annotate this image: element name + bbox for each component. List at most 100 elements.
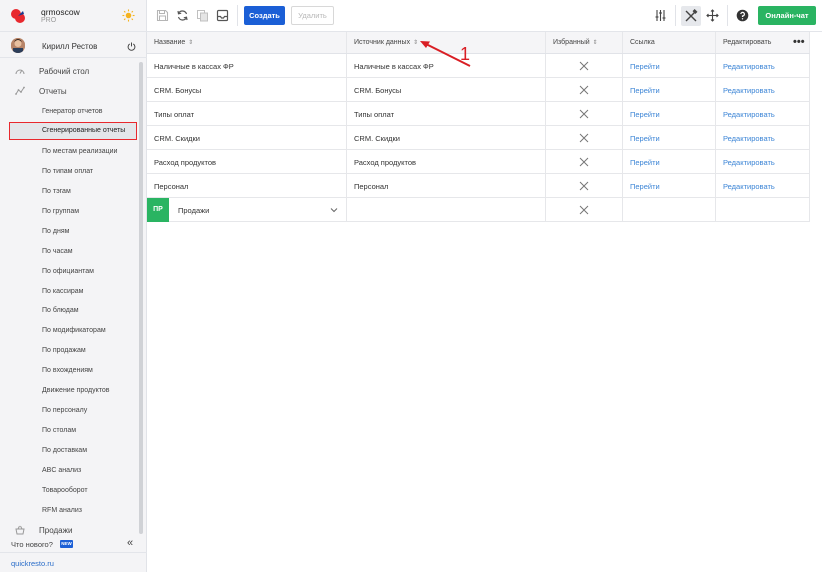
sub-item-by-tags[interactable]: По тэгам (0, 183, 140, 201)
cell-source: CRM. Бонусы (354, 86, 402, 95)
edit-link[interactable]: Редактировать (723, 110, 775, 119)
nav-label-reports: Отчеты (39, 87, 67, 96)
cell-source: Типы оплат (354, 110, 395, 119)
table-row[interactable]: Наличные в кассах ФР Наличные в кассах Ф… (147, 54, 810, 78)
sub-item-report-generator[interactable]: Генератор отчетов (0, 103, 140, 121)
column-header-name[interactable]: Название ⇕ (147, 32, 347, 53)
new-row[interactable]: ПР Продажи (147, 198, 810, 222)
move-arrows-icon[interactable] (706, 9, 719, 22)
refresh-icon[interactable] (176, 9, 189, 22)
cell-source-empty[interactable] (347, 198, 546, 221)
sub-item-generated-reports[interactable]: Сгенерированные отчеты (9, 122, 137, 140)
column-header-link: Ссылка (623, 32, 716, 53)
tools-button[interactable] (681, 6, 701, 26)
sub-item-label: По модификаторам (42, 327, 106, 334)
brand-logo-icon (11, 9, 25, 23)
theme-sun-icon[interactable] (122, 9, 135, 22)
logout-power-icon[interactable] (127, 42, 136, 51)
close-x-icon[interactable] (579, 133, 589, 143)
sub-item-by-locations[interactable]: По местам реализации (0, 143, 140, 161)
edit-link[interactable]: Редактировать (723, 158, 775, 167)
sort-icon[interactable]: ⇕ (188, 40, 193, 46)
go-link[interactable]: Перейти (630, 62, 660, 71)
sub-item-by-groups[interactable]: По группам (0, 203, 140, 221)
new-badge: NEW (60, 540, 73, 548)
filter-sliders-icon[interactable] (654, 9, 667, 22)
sub-item-by-cashiers[interactable]: По кассирам (0, 283, 140, 301)
cell-name: Типы оплат (154, 110, 195, 119)
sub-item-by-deliveries[interactable]: По доставкам (0, 442, 140, 460)
help-icon[interactable] (736, 9, 749, 22)
sub-item-by-days[interactable]: По дням (0, 223, 140, 241)
sub-item-rfm-analysis[interactable]: RFM анализ (0, 502, 140, 520)
nav-item-desktop[interactable]: Рабочий стол (0, 63, 140, 79)
edit-link[interactable]: Редактировать (723, 134, 775, 143)
edit-link[interactable]: Редактировать (723, 62, 775, 71)
table-row[interactable]: Типы оплат Типы оплат Перейти Редактиров… (147, 102, 810, 126)
whats-new-link[interactable]: Что нового? (11, 540, 53, 549)
online-chat-button[interactable]: Онлайн-чат (758, 6, 816, 25)
sub-item-abc-analysis[interactable]: ABC анализ (0, 462, 140, 480)
sub-item-by-waiters[interactable]: По официантам (0, 263, 140, 281)
column-header-favorite[interactable]: Избранный ⇕ (546, 32, 623, 53)
table-row[interactable]: Персонал Персонал Перейти Редактировать (147, 174, 810, 198)
cell-name: Персонал (154, 182, 189, 191)
sub-item-by-dishes[interactable]: По блюдам (0, 302, 140, 320)
close-x-icon[interactable] (579, 85, 589, 95)
go-link[interactable]: Перейти (630, 134, 660, 143)
close-x-icon[interactable] (579, 109, 589, 119)
site-link[interactable]: quickresto.ru (11, 559, 54, 568)
create-button[interactable]: Создать (244, 6, 285, 25)
table-row[interactable]: CRM. Бонусы CRM. Бонусы Перейти Редактир… (147, 78, 810, 102)
chevron-down-icon[interactable] (330, 206, 338, 214)
close-x-icon[interactable] (579, 205, 589, 215)
sub-item-by-entries[interactable]: По вхождениям (0, 362, 140, 380)
table-row[interactable]: Расход продуктов Расход продуктов Перейт… (147, 150, 810, 174)
close-x-icon[interactable] (579, 61, 589, 71)
dashboard-gauge-icon (15, 69, 25, 75)
edit-link[interactable]: Редактировать (723, 182, 775, 191)
cell-source: Персонал (354, 182, 389, 191)
more-options-icon[interactable]: ••• (793, 36, 805, 48)
table-row[interactable]: CRM. Скидки CRM. Скидки Перейти Редактир… (147, 126, 810, 150)
nav-item-reports[interactable]: Отчеты (0, 83, 140, 99)
user-block[interactable]: Кирилл Рестов (0, 34, 147, 58)
edit-link[interactable]: Редактировать (723, 86, 775, 95)
sub-item-by-payment-types[interactable]: По типам оплат (0, 163, 140, 181)
sub-item-by-modifiers[interactable]: По модификаторам (0, 322, 140, 340)
go-link[interactable]: Перейти (630, 182, 660, 191)
go-link[interactable]: Перейти (630, 110, 660, 119)
sidebar-scrollbar[interactable] (139, 62, 143, 534)
copy-icon[interactable] (196, 9, 209, 22)
delete-button[interactable]: Удалить (291, 6, 334, 25)
collapse-sidebar-icon[interactable]: « (127, 537, 133, 549)
nav-item-sales[interactable]: Продажи (0, 522, 140, 538)
brand-block[interactable]: qrmoscow PRO (0, 0, 147, 32)
user-name: Кирилл Рестов (42, 42, 98, 51)
toolbar: Создать Удалить Онлайн-чат (147, 0, 822, 32)
go-link[interactable]: Перейти (630, 158, 660, 167)
close-x-icon[interactable] (579, 181, 589, 191)
sub-item-label: По столам (42, 427, 77, 434)
toolbar-divider (237, 5, 238, 26)
sort-icon[interactable]: ⇕ (593, 40, 598, 46)
sub-item-label: По часам (42, 248, 73, 255)
reports-chart-icon (15, 86, 25, 95)
go-link[interactable]: Перейти (630, 86, 660, 95)
save-icon[interactable] (156, 9, 169, 22)
sub-item-by-hours[interactable]: По часам (0, 243, 140, 261)
sub-item-label: По дням (42, 228, 70, 235)
sub-item-by-sales[interactable]: По продажам (0, 342, 140, 360)
sub-item-by-tables[interactable]: По столам (0, 422, 140, 440)
sub-item-product-movement[interactable]: Движение продуктов (0, 382, 140, 400)
sub-item-by-staff[interactable]: По персоналу (0, 402, 140, 420)
nav-label-sales: Продажи (39, 526, 73, 535)
column-header-label: Избранный (553, 39, 590, 46)
sub-item-label: По блюдам (42, 307, 79, 314)
name-select[interactable]: ПР Продажи (147, 198, 347, 222)
sub-item-label: По персоналу (42, 407, 88, 414)
inbox-icon[interactable] (216, 9, 229, 22)
sub-item-label: По вхождениям (42, 367, 93, 374)
close-x-icon[interactable] (579, 157, 589, 167)
sub-item-turnover[interactable]: Товарооборот (0, 482, 140, 500)
